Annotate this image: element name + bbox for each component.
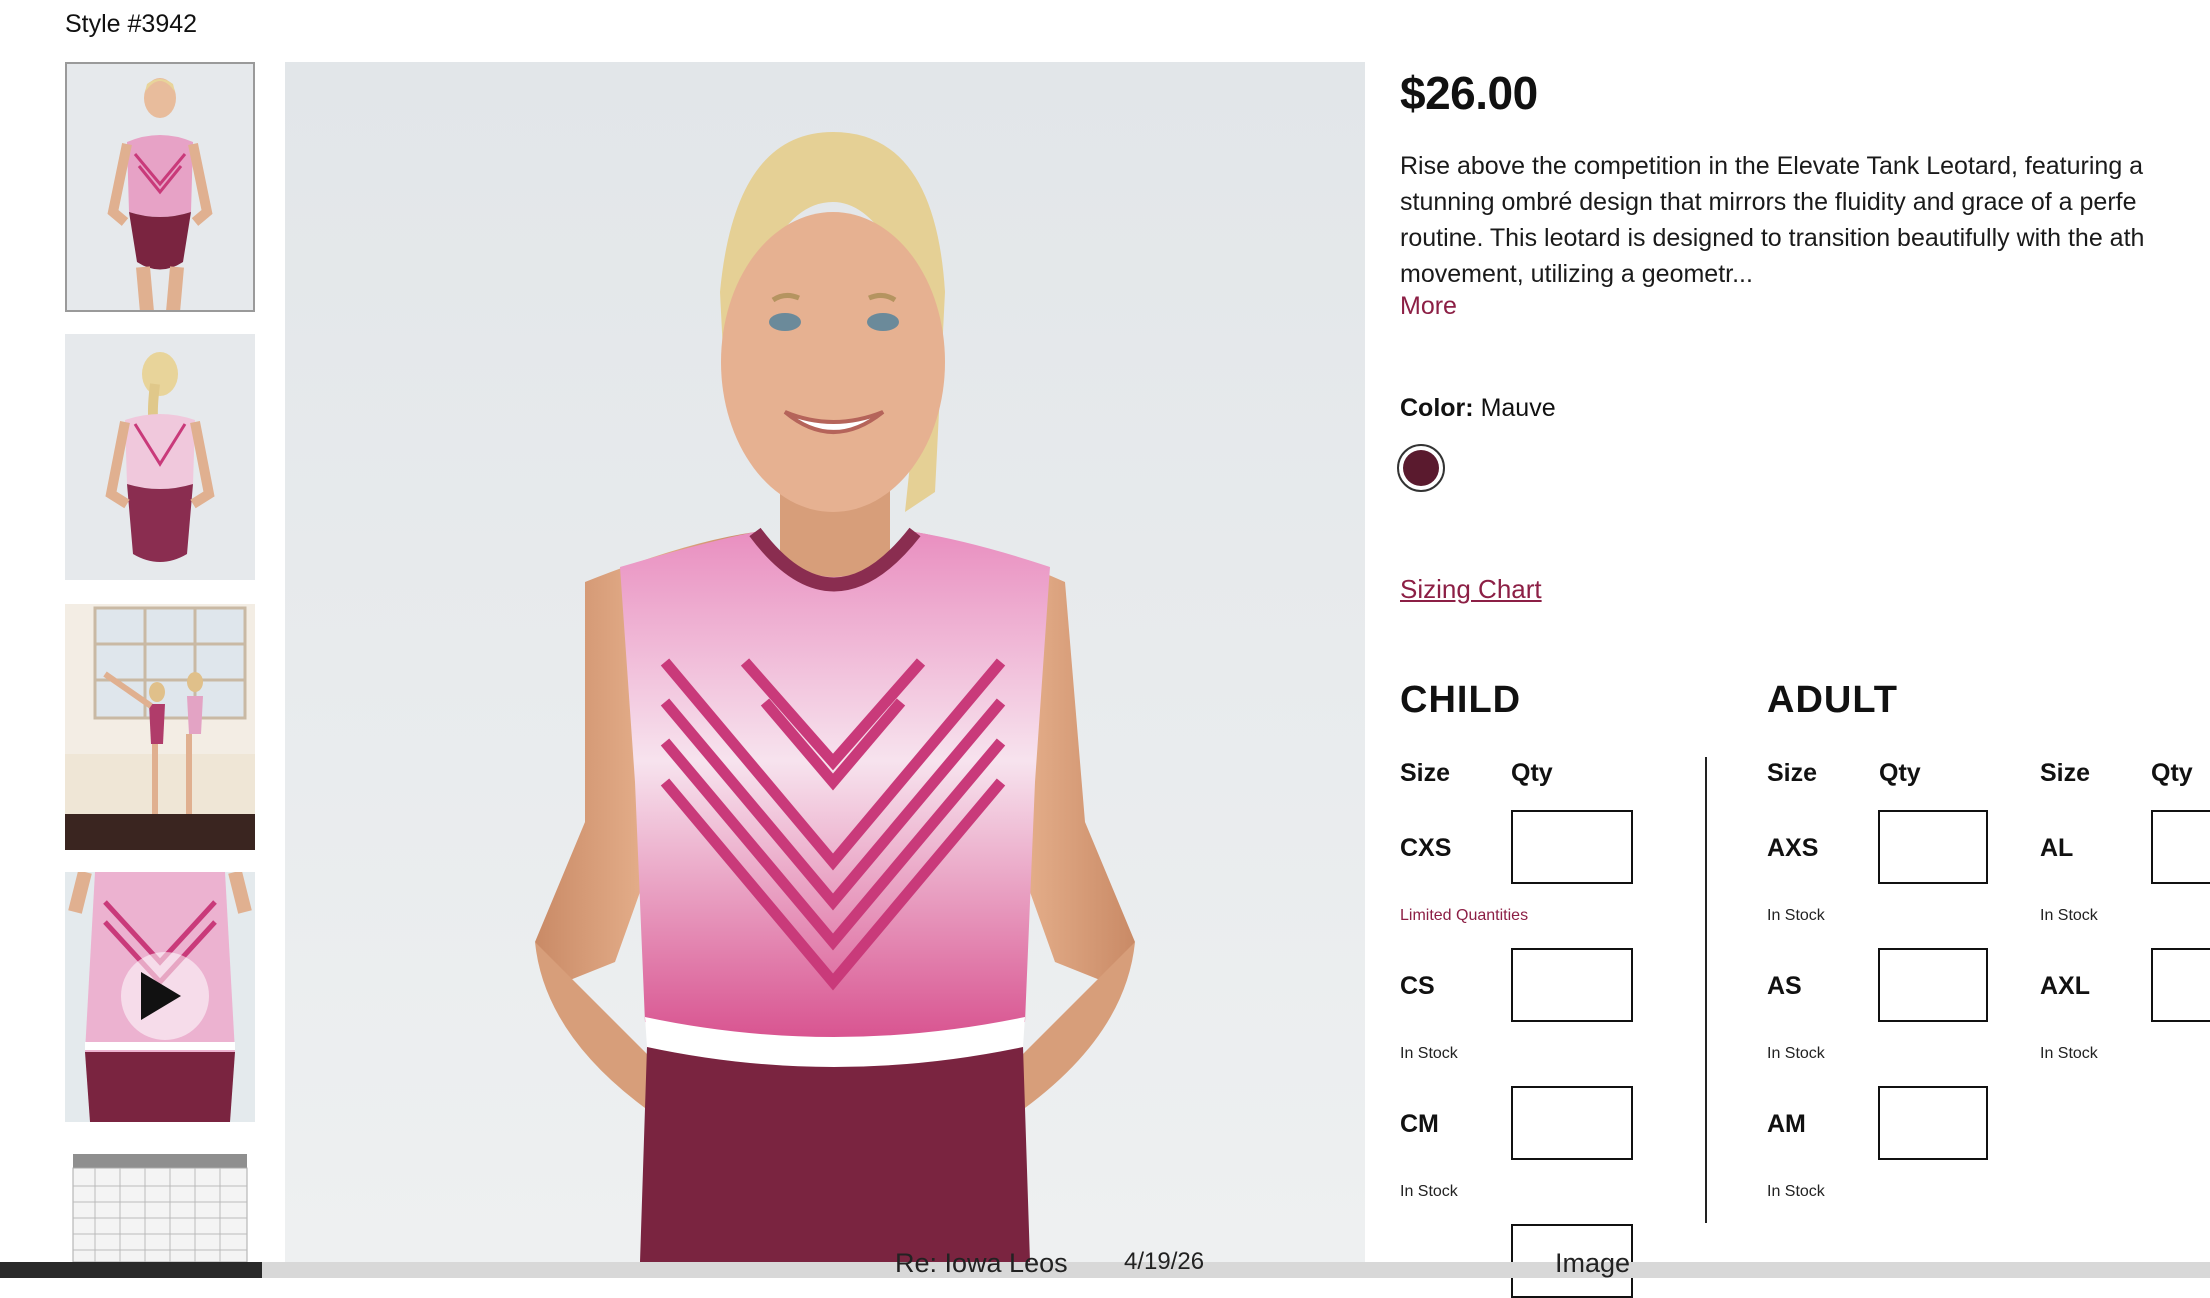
size-code-axl: AXL — [2040, 972, 2090, 1000]
bottom-overlay-thumbnail — [0, 1262, 262, 1278]
qty-input-axl[interactable] — [2151, 948, 2210, 1022]
size-code-axs: AXS — [1767, 834, 1819, 862]
size-code-cs: CS — [1400, 972, 1435, 1000]
section-divider — [1705, 757, 1707, 1223]
thumbnail-studio[interactable] — [65, 604, 255, 850]
play-icon[interactable] — [141, 972, 181, 1020]
stock-status-am: In Stock — [1767, 1183, 1825, 1200]
bottom-overlay-bar — [0, 1262, 2210, 1278]
product-price: $26.00 — [1400, 67, 1538, 119]
qty-input-cm[interactable] — [1511, 1086, 1633, 1160]
qty-input-as[interactable] — [1878, 948, 1988, 1022]
stock-status-cm: In Stock — [1400, 1183, 1458, 1200]
qty-input-axs[interactable] — [1878, 810, 1988, 884]
thumbnail-back[interactable] — [65, 334, 255, 580]
thumbnail-back-image — [65, 334, 255, 580]
more-link[interactable]: More — [1400, 292, 1457, 321]
qty-input-cxs[interactable] — [1511, 810, 1633, 884]
adult-qty-header: Qty — [1879, 759, 1921, 787]
child-qty-header: Qty — [1511, 759, 1553, 787]
size-code-cxs: CXS — [1400, 834, 1452, 862]
size-code-al: AL — [2040, 834, 2074, 862]
size-code-as: AS — [1767, 972, 1802, 1000]
style-number: Style #3942 — [65, 10, 198, 38]
bottom-item-title[interactable]: Re: Iowa Leos — [895, 1248, 1068, 1279]
thumbnail-video[interactable] — [65, 872, 255, 1122]
stock-status-cs: In Stock — [1400, 1045, 1458, 1062]
qty-input-am[interactable] — [1878, 1086, 1988, 1160]
child-size-header: Size — [1400, 759, 1451, 787]
child-section-title: CHILD — [1400, 679, 1522, 721]
color-label: Color: — [1400, 394, 1474, 422]
bottom-item-type: Image — [1555, 1248, 1631, 1278]
stock-status-cxs: Limited Quantities — [1400, 907, 1529, 924]
thumbnail-studio-image — [65, 604, 255, 850]
adult-qty-header-2: Qty — [2151, 759, 2193, 787]
adult-size-header-2: Size — [2040, 759, 2091, 787]
stock-status-as: In Stock — [1767, 1045, 1825, 1062]
adult-section-title: ADULT — [1767, 679, 1898, 721]
main-product-image — [285, 62, 1365, 1262]
thumbnail-front-image — [65, 62, 255, 312]
color-value: Mauve — [1480, 394, 1556, 422]
product-description: Rise above the competition in the Elevat… — [1400, 152, 2145, 288]
adult-size-header: Size — [1767, 759, 1818, 787]
thumbnail-size-chart[interactable] — [65, 1146, 255, 1262]
stock-status-axl: In Stock — [2040, 1045, 2098, 1062]
bottom-item-date: 4/19/26 — [1124, 1248, 1205, 1275]
size-code-am: AM — [1767, 1110, 1806, 1138]
thumbnail-front[interactable] — [65, 62, 255, 312]
stock-status-al: In Stock — [2040, 907, 2098, 924]
color-swatch-mauve[interactable] — [1397, 444, 1445, 492]
stock-status-axs: In Stock — [1767, 907, 1825, 924]
thumbnail-size-chart-image — [65, 1146, 255, 1262]
color-swatch-fill — [1403, 450, 1439, 486]
sizing-chart-link[interactable]: Sizing Chart — [1400, 574, 1542, 605]
qty-input-al[interactable] — [2151, 810, 2210, 884]
qty-input-cs[interactable] — [1511, 948, 1633, 1022]
color-selection-label: Color: Mauve — [1400, 394, 1556, 423]
size-code-cm: CM — [1400, 1110, 1439, 1138]
